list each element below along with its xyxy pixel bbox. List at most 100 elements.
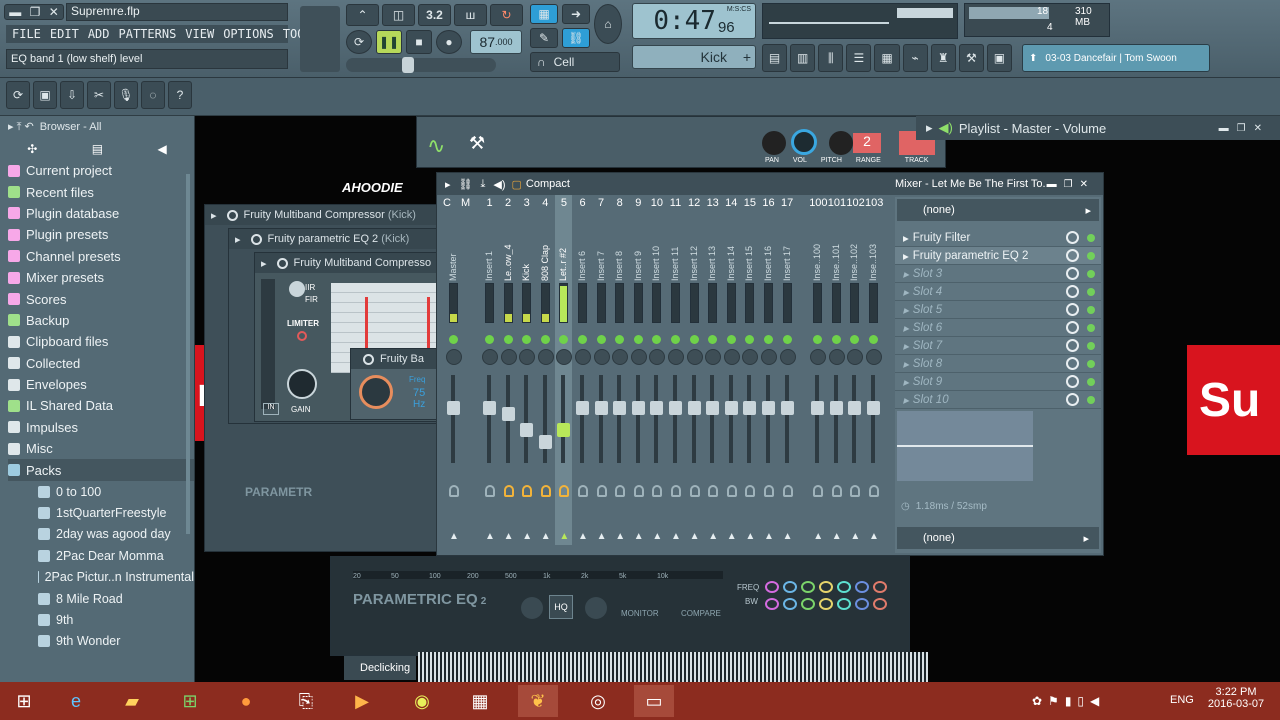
send-icon[interactable] <box>540 485 551 497</box>
route-arrow-icon[interactable]: ▲ <box>671 531 681 542</box>
arrow-icon[interactable]: ▸ <box>211 209 217 222</box>
volume-fader-handle[interactable] <box>762 401 775 415</box>
close-icon[interactable]: ✕ <box>49 5 59 19</box>
chat-icon[interactable]: ◌ <box>141 81 165 109</box>
fx-slot[interactable]: ▸ Slot 7 <box>895 337 1101 355</box>
menu-view[interactable]: VIEW <box>185 27 214 41</box>
volume-fader-handle[interactable] <box>538 435 552 449</box>
mixer-track[interactable]: 17 Insert 17 ▲ <box>779 195 796 545</box>
nav-arrows-icon[interactable]: ▸ ⤒ ↶ <box>8 120 34 134</box>
route-arrow-icon[interactable]: ▲ <box>541 531 551 542</box>
mixer-track[interactable]: 5 Let..r #2 ▲ <box>555 195 573 545</box>
route-arrow-icon[interactable]: ▲ <box>652 531 662 542</box>
browser-item[interactable]: Plugin presets <box>8 224 194 245</box>
band-toggle[interactable] <box>521 597 543 619</box>
route-arrow-icon[interactable]: ▲ <box>813 531 823 542</box>
mixer-track[interactable]: Master ▲ <box>445 195 467 545</box>
metronome-icon[interactable]: ⌃ <box>346 4 379 26</box>
mix-level-knob[interactable] <box>1066 231 1079 244</box>
piano-roll-icon[interactable]: ▥ <box>790 44 816 72</box>
pack-item[interactable]: 0 to 100 <box>8 481 194 502</box>
loop-record-icon[interactable]: ↻ <box>490 4 523 26</box>
track-enable-button[interactable] <box>522 335 532 344</box>
fx-slot[interactable]: ▸ Slot 10 <box>895 391 1101 409</box>
track-enable-button[interactable] <box>813 335 823 344</box>
mix-level-knob[interactable] <box>1066 303 1079 316</box>
range-value[interactable]: 2 <box>853 133 881 153</box>
send-icon[interactable] <box>726 485 737 497</box>
mixer-track[interactable]: 4 808 Clap ▲ <box>537 195 554 545</box>
volume-fader-handle[interactable] <box>706 401 720 415</box>
mix-level-knob[interactable] <box>1066 339 1079 352</box>
frequency-knob[interactable] <box>359 375 393 409</box>
send-icon[interactable] <box>652 485 663 497</box>
browser-item[interactable]: Packs <box>8 459 194 481</box>
track-enable-button[interactable] <box>869 335 878 344</box>
metronome-dome-icon[interactable]: ⌂ <box>594 4 622 44</box>
pan-knob[interactable] <box>612 349 629 365</box>
mix-level-knob[interactable] <box>1066 357 1079 370</box>
band-knob[interactable] <box>783 581 797 593</box>
pack-item[interactable]: 9th <box>8 609 194 630</box>
route-arrow-icon[interactable]: ▲ <box>745 531 755 542</box>
check-icon[interactable] <box>585 597 607 619</box>
pan-knob[interactable] <box>742 349 759 365</box>
wrench-icon[interactable]: ⚒ <box>469 133 485 154</box>
browser-item[interactable]: IL Shared Data <box>8 395 194 416</box>
route-arrow-icon[interactable]: ▲ <box>764 531 774 542</box>
pattern-selector[interactable]: Kick + <box>632 45 756 69</box>
pan-knob[interactable] <box>761 349 777 365</box>
mixer-track[interactable]: 12 Insert 12 ▲ <box>686 195 703 545</box>
pan-knob[interactable] <box>828 349 845 365</box>
send-icon[interactable] <box>485 485 495 497</box>
route-arrow-icon[interactable]: ▲ <box>522 531 532 542</box>
fx-enable-button[interactable] <box>1087 251 1095 260</box>
volume-fader-handle[interactable] <box>483 401 496 415</box>
snap-select[interactable]: ∩ Cell <box>530 52 620 72</box>
folder-icon[interactable]: ▰ <box>112 685 152 717</box>
wait-input-icon[interactable]: ◫ <box>382 4 415 26</box>
mixer-track[interactable]: 7 Insert 7 ▲ <box>593 195 610 545</box>
pan-knob[interactable] <box>537 349 554 365</box>
current-label[interactable]: C <box>443 197 451 209</box>
band-knob[interactable] <box>855 581 869 593</box>
band-knob[interactable] <box>819 581 833 593</box>
track-enable-button[interactable] <box>578 335 587 344</box>
send-icon[interactable] <box>869 485 879 497</box>
gear-icon[interactable] <box>363 353 374 365</box>
track-enable-button[interactable] <box>633 335 643 344</box>
mixer-icon[interactable]: ⫼ <box>818 44 844 72</box>
route-arrow-icon[interactable]: ▲ <box>869 531 879 542</box>
pan-knob[interactable] <box>705 349 722 365</box>
track-enable-button[interactable] <box>689 335 699 344</box>
send-icon[interactable] <box>633 485 644 497</box>
track-enable-button[interactable] <box>831 335 841 344</box>
mixer-window-controls[interactable]: ▬❐✕ <box>1047 179 1095 190</box>
pan-knob[interactable] <box>686 349 703 365</box>
band-knob[interactable] <box>783 598 797 610</box>
news-panel[interactable]: ⬆ 03-03 Dancefair | Tom Swoon <box>1022 44 1210 72</box>
band-knob[interactable] <box>855 598 869 610</box>
mixer-track[interactable]: 10 Insert 10 ▲ <box>648 195 666 545</box>
send-icon[interactable] <box>850 485 861 497</box>
track-enable-button[interactable] <box>745 335 755 344</box>
send-icon[interactable] <box>449 485 459 497</box>
system-tray-icons[interactable]: ✿⚑▮▯◀ <box>1032 694 1162 708</box>
pan-knob[interactable] <box>575 349 591 365</box>
browser-item[interactable]: Backup <box>8 310 194 331</box>
mix-level-knob[interactable] <box>1066 267 1079 280</box>
mix-level-knob[interactable] <box>1066 321 1079 334</box>
filter-file-icon[interactable]: ▤ <box>92 142 103 156</box>
fx-output-select[interactable]: (none) ▸ <box>897 527 1099 549</box>
volume-fader-handle[interactable] <box>669 401 682 415</box>
cut-icon[interactable]: ✂ <box>87 81 111 109</box>
volume-fader-handle[interactable] <box>557 423 571 437</box>
send-icon[interactable] <box>708 485 719 497</box>
mixer-track[interactable]: 1 Insert 1 ▲ <box>481 195 498 545</box>
fx-enable-button[interactable] <box>1087 287 1095 296</box>
firefox-icon[interactable]: ● <box>226 685 266 717</box>
mixer-track[interactable]: 101 Inse..101 ▲ <box>828 195 846 545</box>
arrow-icon[interactable]: ▸ <box>235 233 241 246</box>
mixer-track[interactable]: 3 Kick ▲ <box>518 195 536 545</box>
send-icon[interactable] <box>813 485 824 497</box>
